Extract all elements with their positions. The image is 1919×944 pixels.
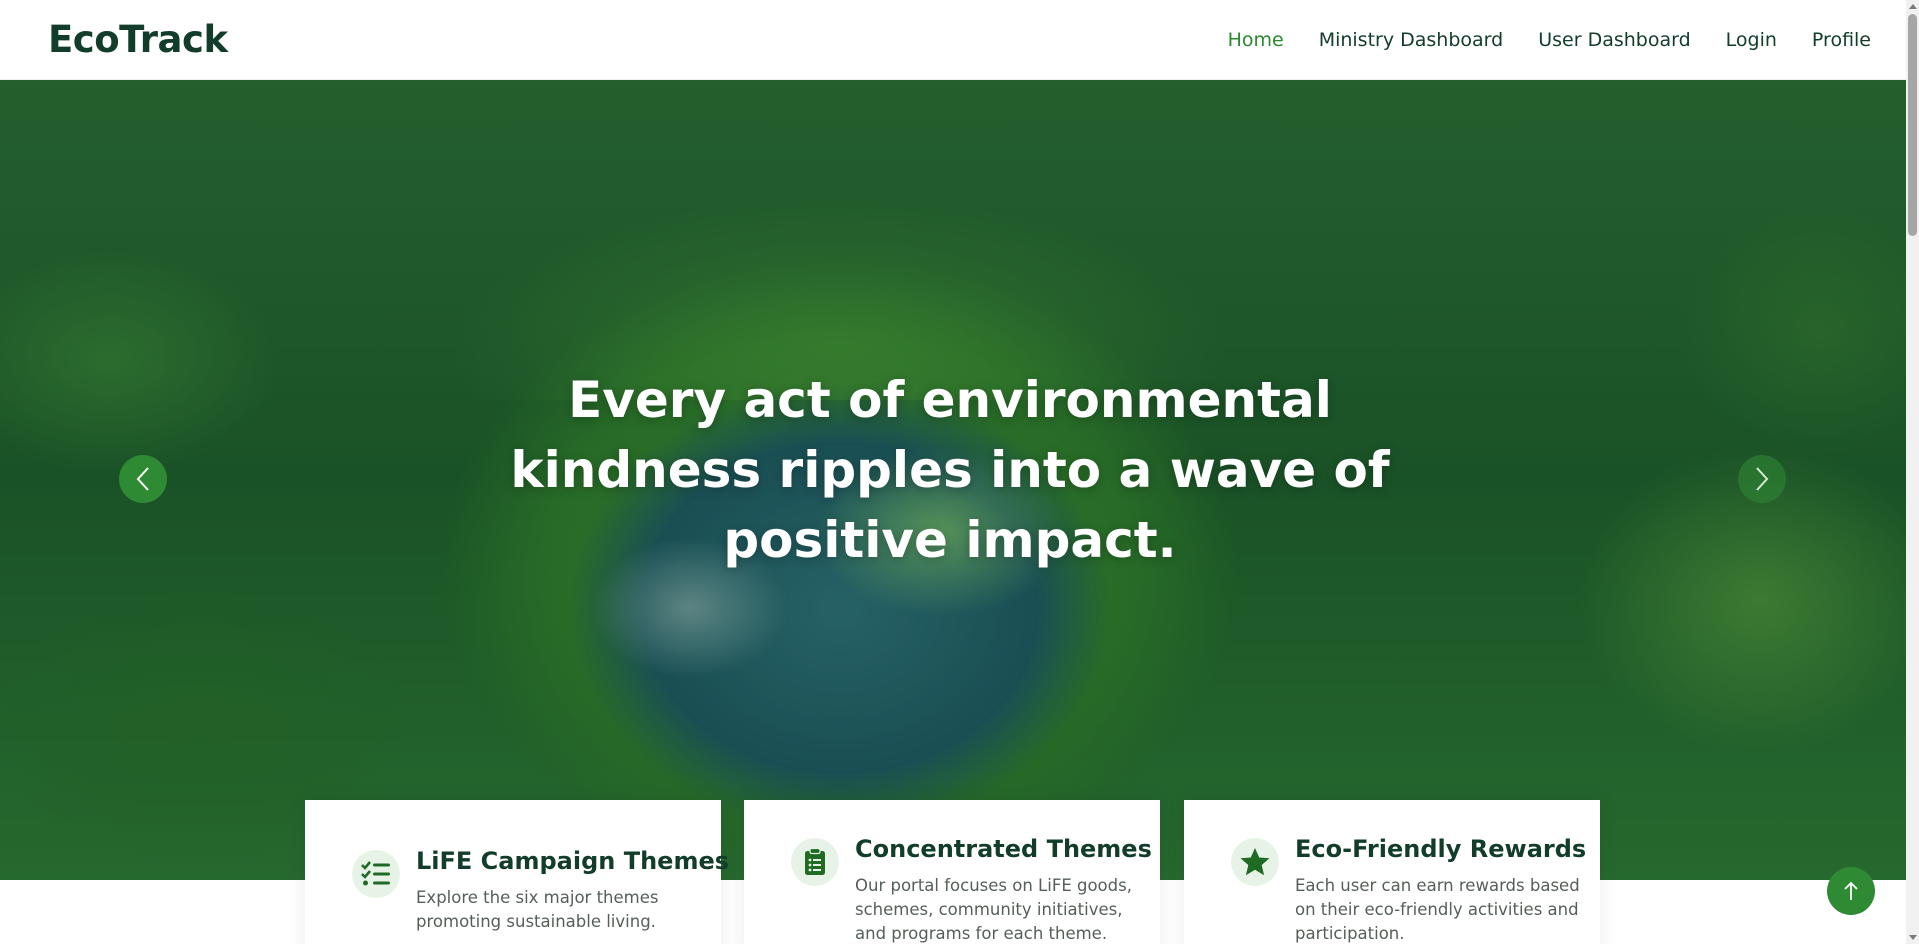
chevron-right-icon <box>1756 467 1769 491</box>
hero-carousel: Every act of environmental kindness ripp… <box>0 80 1906 880</box>
feature-card-eco-rewards: Eco-Friendly Rewards Each user can earn … <box>1184 800 1600 944</box>
brand-logo[interactable]: EcoTrack <box>48 18 228 61</box>
nav-item-profile[interactable]: Profile <box>1812 29 1871 51</box>
feature-title: Eco-Friendly Rewards <box>1295 835 1587 863</box>
hero-title: Every act of environmental kindness ripp… <box>510 371 1390 569</box>
feature-description: Our portal focuses on LiFE goods, scheme… <box>855 876 1132 943</box>
feature-title: LiFE Campaign Themes <box>416 847 730 875</box>
navbar: EcoTrack Home Ministry Dashboard User Da… <box>0 0 1906 80</box>
scrollbar-thumb[interactable] <box>1908 14 1917 236</box>
feature-card-life-themes: LiFE Campaign Themes Explore the six maj… <box>305 800 729 944</box>
nav-item-user-dashboard[interactable]: User Dashboard <box>1538 29 1690 51</box>
carousel-prev-button[interactable] <box>119 455 167 503</box>
arrow-up-icon <box>1844 881 1858 900</box>
feature-description: Explore the six major themes promoting s… <box>416 888 659 931</box>
carousel-next-button[interactable] <box>1738 455 1786 503</box>
star-icon <box>1231 838 1279 886</box>
chevron-left-icon <box>136 467 149 491</box>
nav-item-ministry-dashboard[interactable]: Ministry Dashboard <box>1319 29 1504 51</box>
scroll-up-arrow-icon[interactable] <box>1909 4 1917 9</box>
feature-card-concentrated-themes: Concentrated Themes Our portal focuses o… <box>744 800 1160 944</box>
nav-item-home[interactable]: Home <box>1228 29 1284 51</box>
feature-title: Concentrated Themes <box>855 835 1152 863</box>
checklist-icon <box>352 850 400 898</box>
scroll-down-arrow-icon[interactable] <box>1909 935 1917 940</box>
feature-description: Each user can earn rewards based on thei… <box>1295 876 1580 943</box>
back-to-top-button[interactable] <box>1827 867 1875 915</box>
nav-item-login[interactable]: Login <box>1726 29 1777 51</box>
page-scrollbar[interactable] <box>1906 0 1919 944</box>
clipboard-icon <box>791 838 839 886</box>
nav-links: Home Ministry Dashboard User Dashboard L… <box>1228 29 1871 51</box>
